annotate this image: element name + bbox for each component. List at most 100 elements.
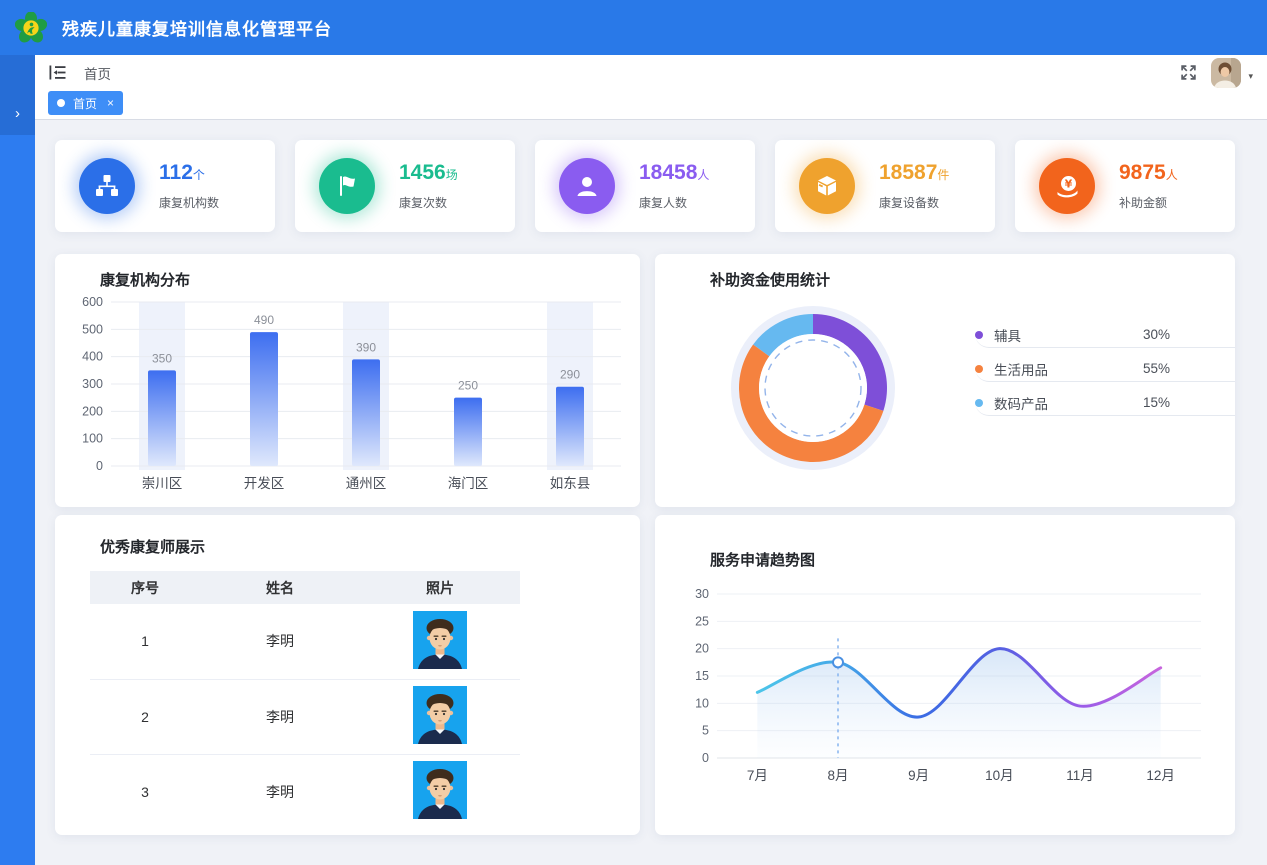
dashboard-content: 112个 康复机构数 1456场 康复次数 bbox=[35, 120, 1267, 835]
svg-text:250: 250 bbox=[458, 379, 478, 393]
svg-text:10月: 10月 bbox=[985, 768, 1014, 783]
svg-text:290: 290 bbox=[560, 368, 580, 382]
svg-text:通州区: 通州区 bbox=[346, 476, 387, 491]
therapist-table-card: 优秀康复师展示 序号 姓名 照片 1 李明 bbox=[55, 515, 640, 835]
svg-text:10: 10 bbox=[695, 696, 709, 710]
table-row: 2 李明 bbox=[90, 679, 520, 754]
stat-value: 18458人 bbox=[639, 161, 709, 185]
pie-legend: 辅具 30% 生活用品 55% 数码产品 15% bbox=[975, 322, 1235, 488]
stat-value: 112个 bbox=[159, 161, 219, 185]
avatar-dropdown-caret[interactable]: ▾ bbox=[1248, 71, 1253, 82]
bar-chart-card: 康复机构分布 0 100 200 300 400 500 600 350 崇川区 490 开发区 39… bbox=[55, 254, 640, 507]
stat-value: 1456场 bbox=[399, 161, 458, 185]
svg-text:0: 0 bbox=[702, 751, 709, 765]
svg-text:300: 300 bbox=[82, 377, 103, 391]
tab-home-label: 首页 bbox=[73, 95, 97, 112]
line-chart-card: 服务申请趋势图 0 5 10 15 20 25 30 7月 8月 9月 10月 11月 12月 bbox=[655, 515, 1235, 835]
table-row: 3 李明 bbox=[90, 754, 520, 829]
legend-row-shenghuo: 生活用品 55% bbox=[975, 356, 1235, 382]
svg-text:海门区: 海门区 bbox=[448, 476, 489, 491]
navbar: 首页 ▾ bbox=[35, 55, 1267, 90]
line-chart: 0 5 10 15 20 25 30 7月 8月 9月 10月 11月 12月 bbox=[673, 580, 1218, 795]
svg-text:20: 20 bbox=[695, 642, 709, 656]
svg-text:200: 200 bbox=[82, 404, 103, 418]
bar-chart-title: 康复机构分布 bbox=[55, 254, 640, 290]
stat-card-sessions: 1456场 康复次数 bbox=[295, 140, 515, 232]
table-row: 1 李明 bbox=[90, 604, 520, 679]
svg-text:100: 100 bbox=[82, 432, 103, 446]
stat-value: 9875人 bbox=[1119, 161, 1178, 185]
stat-label: 补助金额 bbox=[1119, 194, 1178, 211]
stats-row: 112个 康复机构数 1456场 康复次数 bbox=[55, 140, 1235, 232]
pie-chart-title: 补助资金使用统计 bbox=[655, 254, 1235, 290]
legend-row-fuju: 辅具 30% bbox=[975, 322, 1235, 348]
legend-row-shuma: 数码产品 15% bbox=[975, 390, 1235, 416]
therapist-photo bbox=[413, 761, 467, 822]
app-header: 残疾儿童康复培训信息化管理平台 bbox=[0, 0, 1267, 55]
col-header-no: 序号 bbox=[90, 571, 200, 604]
fullscreen-icon[interactable] bbox=[1180, 64, 1197, 81]
stat-label: 康复机构数 bbox=[159, 194, 219, 211]
cdpf-logo-icon bbox=[14, 11, 48, 45]
tab-home[interactable]: 首页 × bbox=[48, 91, 123, 115]
stat-card-equipment: 18587件 康复设备数 bbox=[775, 140, 995, 232]
svg-text:0: 0 bbox=[96, 459, 103, 473]
stat-card-people: 18458人 康复人数 bbox=[535, 140, 755, 232]
col-header-photo: 照片 bbox=[360, 571, 520, 604]
bar-chart: 0 100 200 300 400 500 600 350 崇川区 490 开发区 390 通州区 250… bbox=[65, 294, 630, 494]
stat-card-institutions: 112个 康复机构数 bbox=[55, 140, 275, 232]
stat-value: 18587件 bbox=[879, 161, 949, 185]
line-chart-title: 服务申请趋势图 bbox=[655, 515, 1235, 570]
svg-text:9月: 9月 bbox=[908, 768, 929, 783]
svg-text:500: 500 bbox=[82, 322, 103, 336]
legend-dot bbox=[975, 365, 983, 373]
yen-hand-icon: ¥ bbox=[1039, 158, 1095, 214]
svg-text:390: 390 bbox=[356, 340, 376, 354]
table-header-row: 序号 姓名 照片 bbox=[90, 571, 520, 604]
svg-text:600: 600 bbox=[82, 295, 103, 309]
sidebar-top: › bbox=[0, 55, 35, 135]
svg-text:如东县: 如东县 bbox=[550, 476, 591, 491]
menu-collapse-icon[interactable] bbox=[49, 65, 66, 80]
svg-text:12月: 12月 bbox=[1146, 768, 1175, 783]
donut-chart bbox=[713, 288, 913, 488]
user-avatar[interactable] bbox=[1211, 58, 1241, 88]
stat-label: 康复人数 bbox=[639, 194, 709, 211]
charts-row: 康复机构分布 0 100 200 300 400 500 600 350 崇川区 490 开发区 39… bbox=[55, 254, 1235, 507]
pie-chart-card: 补助资金使用统计 辅具 30% 生活用品 55% bbox=[655, 254, 1235, 507]
legend-dot bbox=[975, 331, 983, 339]
svg-text:5: 5 bbox=[702, 724, 709, 738]
therapist-table: 序号 姓名 照片 1 李明 2 李明 bbox=[90, 571, 520, 829]
table-title: 优秀康复师展示 bbox=[55, 515, 640, 557]
svg-text:11月: 11月 bbox=[1066, 768, 1094, 783]
flag-icon bbox=[319, 158, 375, 214]
svg-text:400: 400 bbox=[82, 350, 103, 364]
svg-text:崇川区: 崇川区 bbox=[142, 476, 183, 491]
svg-text:350: 350 bbox=[152, 351, 172, 365]
therapist-photo bbox=[413, 686, 467, 747]
therapist-photo bbox=[413, 611, 467, 672]
col-header-name: 姓名 bbox=[200, 571, 360, 604]
svg-text:8月: 8月 bbox=[827, 768, 848, 783]
svg-text:¥: ¥ bbox=[1064, 177, 1072, 190]
app-title: 残疾儿童康复培训信息化管理平台 bbox=[62, 15, 332, 40]
svg-text:490: 490 bbox=[254, 313, 274, 327]
box-icon bbox=[799, 158, 855, 214]
user-icon bbox=[559, 158, 615, 214]
svg-text:15: 15 bbox=[695, 669, 709, 683]
tab-active-dot bbox=[57, 99, 65, 107]
tabbar: 首页 × bbox=[35, 90, 1267, 120]
breadcrumb-home[interactable]: 首页 bbox=[84, 63, 111, 83]
svg-text:7月: 7月 bbox=[747, 768, 768, 783]
sidebar: › bbox=[0, 55, 35, 865]
stat-label: 康复设备数 bbox=[879, 194, 949, 211]
sitemap-icon bbox=[79, 158, 135, 214]
legend-dot bbox=[975, 399, 983, 407]
stat-label: 康复次数 bbox=[399, 194, 458, 211]
tab-close-icon[interactable]: × bbox=[107, 96, 114, 110]
svg-text:开发区: 开发区 bbox=[244, 476, 285, 491]
sidebar-expand-icon[interactable]: › bbox=[15, 106, 20, 121]
stat-card-subsidy: ¥ 9875人 补助金额 bbox=[1015, 140, 1235, 232]
svg-text:30: 30 bbox=[695, 587, 709, 601]
svg-text:25: 25 bbox=[695, 614, 709, 628]
